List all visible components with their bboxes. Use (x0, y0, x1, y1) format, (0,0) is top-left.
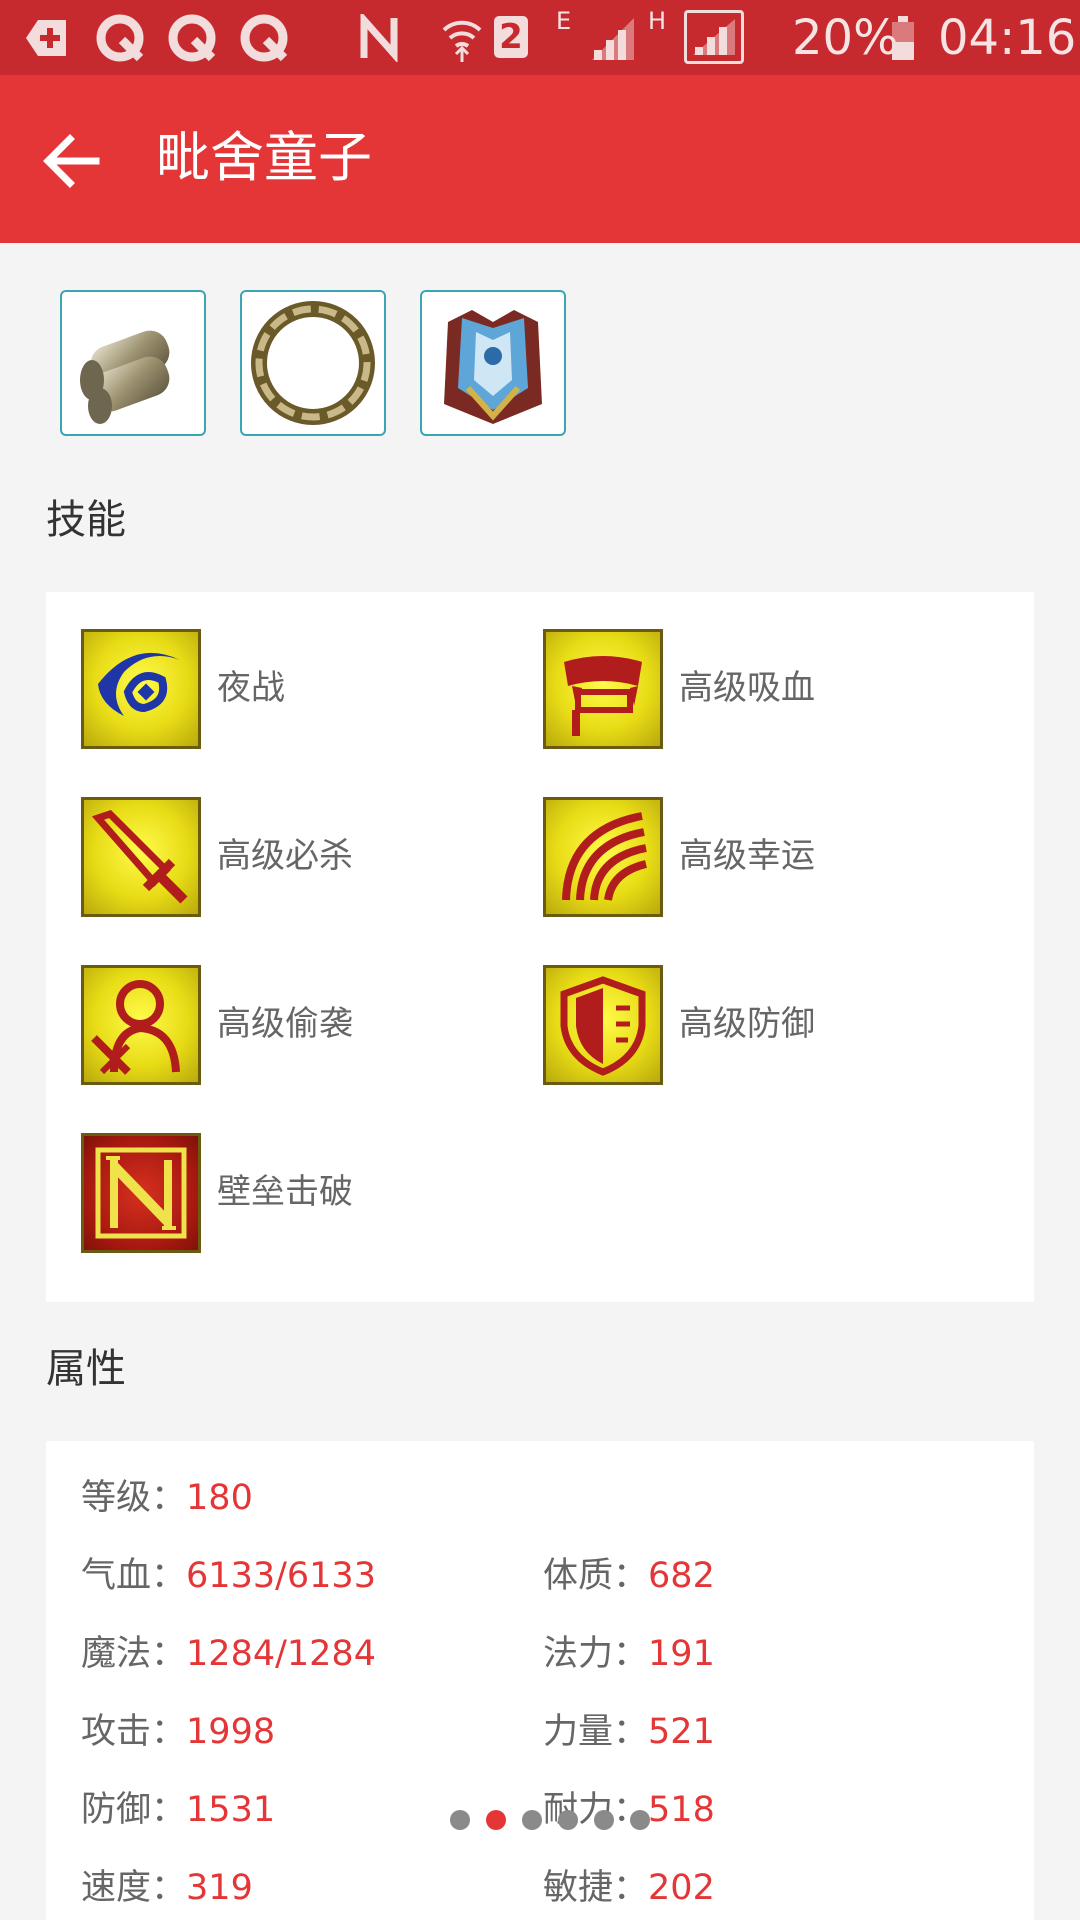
armor-item-icon (444, 310, 542, 424)
status-bar: 2 E H 20% 04:16 (0, 0, 1080, 75)
skill-label: 高级吸血 (679, 668, 815, 708)
barrier-break-icon (81, 1133, 201, 1253)
attr-key: 攻击 (81, 1712, 152, 1752)
attr-key: 法力 (543, 1634, 614, 1674)
attr-value: 6133/6133 (186, 1556, 376, 1596)
skill-label: 高级防御 (679, 1004, 815, 1044)
sim-two-label: 2 (499, 17, 523, 57)
attr-sep: ： (151, 1556, 187, 1596)
vampire-icon (543, 629, 663, 749)
qq-browser-icon (240, 14, 288, 62)
attributes-card: 等级：180 气血：6133/6133 体质：682 魔法：1284/1284 … (46, 1441, 1034, 1920)
back-arrow-icon[interactable] (36, 125, 108, 197)
attr-strength: 力量：521 (543, 1707, 715, 1757)
attr-magic-power: 法力：191 (543, 1629, 715, 1679)
attr-key: 防御 (81, 1790, 152, 1830)
page-dot[interactable] (594, 1810, 614, 1830)
attr-level: 等级：180 (81, 1473, 253, 1523)
attr-value: 202 (648, 1868, 715, 1908)
attr-value: 521 (648, 1712, 715, 1752)
attr-value: 1531 (186, 1790, 276, 1830)
skill-item[interactable]: 壁垒击破 (81, 1133, 481, 1253)
page-dot[interactable] (486, 1810, 506, 1830)
skill-label: 高级偷袭 (217, 1004, 353, 1044)
signal-box (684, 10, 744, 64)
attr-key: 体质 (543, 1556, 614, 1596)
skill-label: 夜战 (217, 668, 285, 708)
attr-mana: 魔法：1284/1284 (81, 1629, 376, 1679)
attr-key: 等级 (81, 1478, 152, 1518)
skill-item[interactable]: 夜战 (81, 629, 481, 749)
attr-value: 1284/1284 (186, 1634, 376, 1674)
sim-two-badge: 2 (494, 16, 528, 58)
attr-key: 魔法 (81, 1634, 152, 1674)
attr-value: 682 (648, 1556, 715, 1596)
attr-key: 速度 (81, 1868, 152, 1908)
sword-icon (81, 797, 201, 917)
attr-sep: ： (613, 1868, 649, 1908)
shield-icon (543, 965, 663, 1085)
skill-label: 壁垒击破 (217, 1172, 353, 1212)
attr-value: 180 (186, 1478, 253, 1518)
skills-card: 夜战 高级吸血 高级必杀 高级幸运 高级偷袭 高级防御 壁垒击破 (46, 592, 1034, 1302)
attr-sep: ： (151, 1712, 187, 1752)
skills-section-title: 技能 (46, 497, 126, 543)
skill-label: 高级必杀 (217, 836, 353, 876)
attributes-section-title: 属性 (46, 1346, 126, 1392)
battery-icon (892, 16, 914, 60)
equipment-slot-armor[interactable] (420, 290, 566, 436)
page-dot[interactable] (630, 1810, 650, 1830)
attr-sep: ： (151, 1868, 187, 1908)
signal-strength-icon (693, 19, 735, 55)
attr-value: 1998 (186, 1712, 276, 1752)
app-bar: 毗舍童子 (0, 75, 1080, 243)
equipment-slot-ring[interactable] (240, 290, 386, 436)
qq-browser-icon (96, 14, 144, 62)
attr-speed: 速度：319 (81, 1863, 253, 1913)
ring-item-icon (251, 301, 375, 425)
attr-sep: ： (613, 1634, 649, 1674)
attr-value: 191 (648, 1634, 715, 1674)
attr-key: 力量 (543, 1712, 614, 1752)
attr-constitution: 体质：682 (543, 1551, 715, 1601)
skill-item[interactable]: 高级防御 (543, 965, 943, 1085)
attr-value: 319 (186, 1868, 253, 1908)
attr-defense: 防御：1531 (81, 1785, 275, 1835)
attr-agility: 敏捷：202 (543, 1863, 715, 1913)
wifi-icon (442, 20, 482, 62)
skill-item[interactable]: 高级偷袭 (81, 965, 481, 1085)
skill-item[interactable]: 高级幸运 (543, 797, 943, 917)
nfc-icon (360, 14, 398, 62)
page-title: 毗舍童子 (156, 126, 372, 189)
clock: 04:16 (938, 10, 1077, 66)
night-battle-icon (81, 629, 201, 749)
luck-icon (543, 797, 663, 917)
skill-item[interactable]: 高级必杀 (81, 797, 481, 917)
attr-key: 气血 (81, 1556, 152, 1596)
qq-browser-icon (168, 14, 216, 62)
attr-sep: ： (151, 1478, 187, 1518)
signal-icon (592, 18, 634, 60)
attr-sep: ： (151, 1790, 187, 1830)
attr-attack: 攻击：1998 (81, 1707, 275, 1757)
equipment-slot-bracer[interactable] (60, 290, 206, 436)
skill-item[interactable]: 高级吸血 (543, 629, 943, 749)
battery-percent: 20% (792, 10, 899, 66)
page-dot[interactable] (450, 1810, 470, 1830)
attr-value: 518 (648, 1790, 715, 1830)
attr-sep: ： (613, 1556, 649, 1596)
attr-hp: 气血：6133/6133 (81, 1551, 376, 1601)
attr-sep: ： (151, 1634, 187, 1674)
attr-key: 敏捷 (543, 1868, 614, 1908)
network-e-label: E (556, 7, 572, 35)
skill-label: 高级幸运 (679, 836, 815, 876)
page-dot[interactable] (558, 1810, 578, 1830)
network-h-label: H (648, 7, 667, 35)
sneak-attack-icon (81, 965, 201, 1085)
bracer-item-icon (80, 330, 170, 424)
notification-add-icon (26, 20, 66, 56)
page-dot[interactable] (522, 1810, 542, 1830)
attr-sep: ： (613, 1712, 649, 1752)
